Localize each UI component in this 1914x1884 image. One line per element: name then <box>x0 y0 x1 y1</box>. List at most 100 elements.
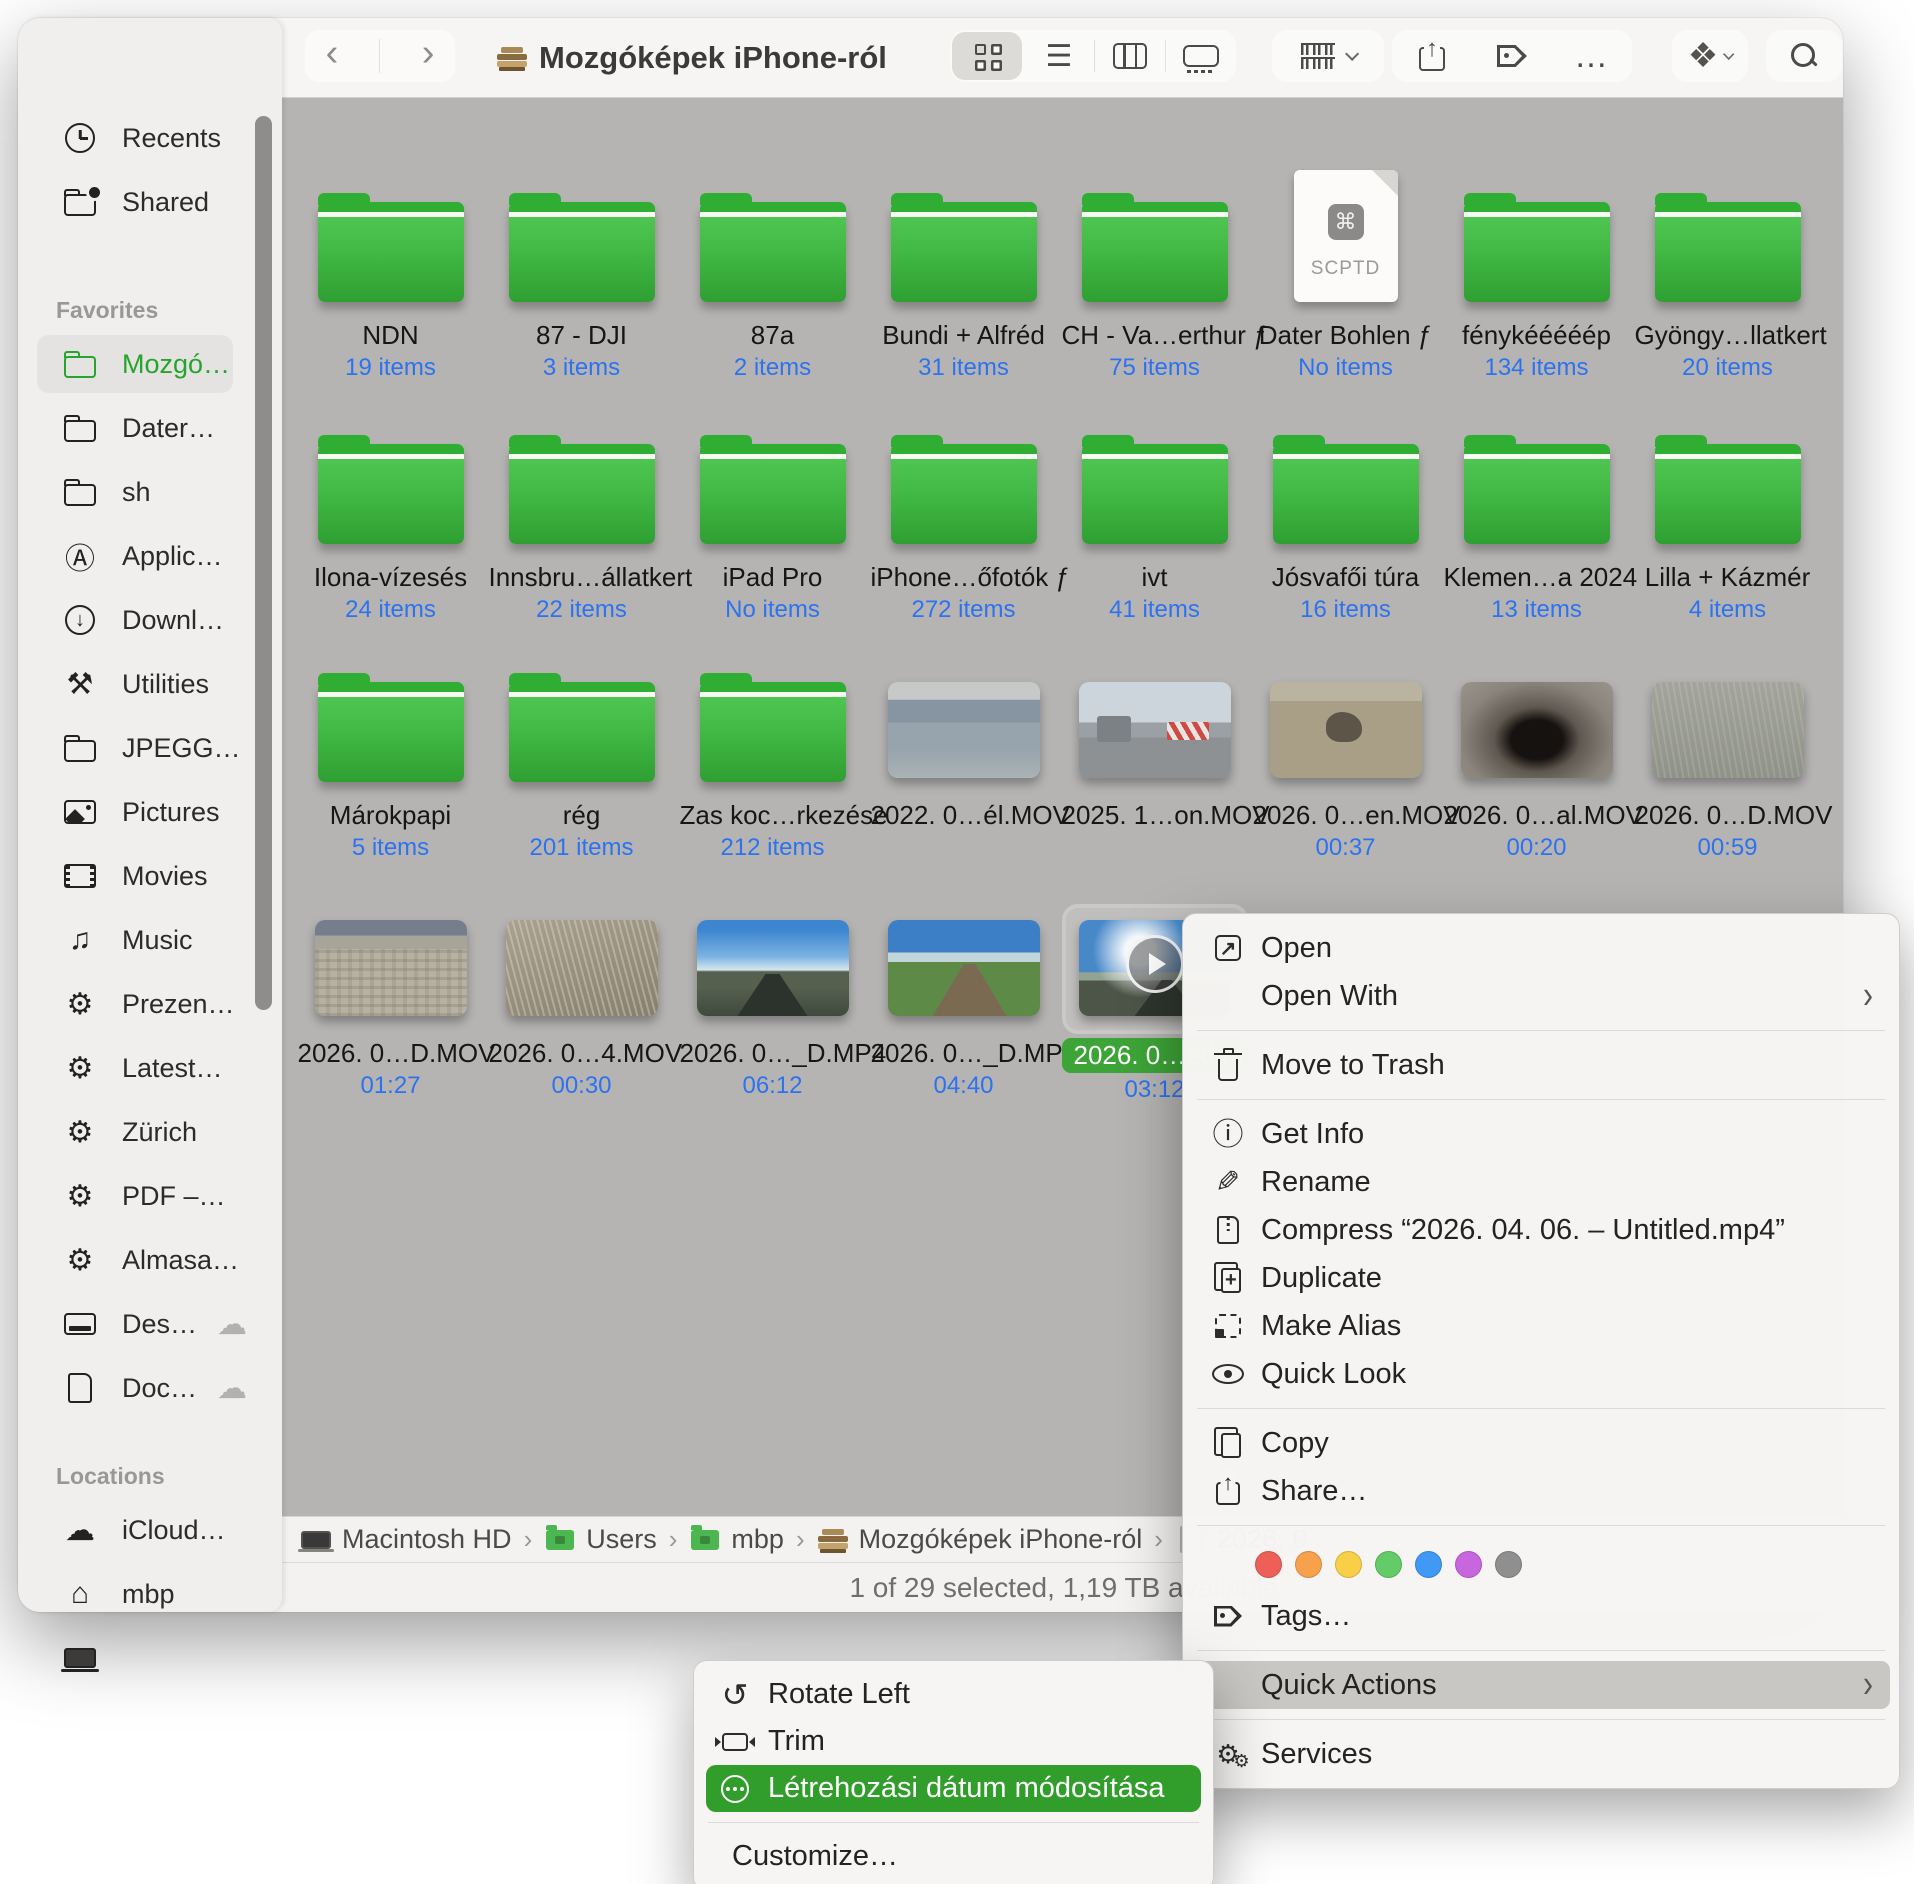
sidebar-item-downl-[interactable]: ↓Downl… <box>18 588 282 652</box>
menu-item-compress-2026-04-06-untitled-mp4[interactable]: Compress “2026. 04. 06. – Untitled.mp4” <box>1183 1206 1899 1254</box>
grid-item[interactable]: Lilla + Kázmér4 items <box>1632 400 1823 624</box>
grid-item[interactable]: 2026. 0…al.MOV00:20 <box>1441 638 1632 862</box>
grid-item-icon-slot <box>1079 638 1231 788</box>
sidebar-item-pictures[interactable]: Pictures <box>18 780 282 844</box>
sidebar-item-applic-[interactable]: ⒶApplic… <box>18 524 282 588</box>
item-name: 2026. 0…al.MOV <box>1444 800 1630 831</box>
sidebar-item-shared[interactable]: Shared <box>18 170 282 234</box>
menu-item-quick-actions[interactable]: Quick Actions› <box>1192 1661 1890 1709</box>
menu-item-open-with[interactable]: Open With› <box>1183 972 1899 1020</box>
tag-color-dot[interactable] <box>1335 1551 1362 1578</box>
grid-item[interactable]: NDN19 items <box>295 158 486 382</box>
menu-item-duplicate[interactable]: Duplicate <box>1183 1254 1899 1302</box>
sidebar-item-recents[interactable]: Recents <box>18 106 282 170</box>
menu-separator <box>1183 1398 1899 1419</box>
search-button[interactable] <box>1766 30 1842 82</box>
gallery-view-button[interactable] <box>1166 30 1236 82</box>
menu-item-share[interactable]: Share… <box>1183 1467 1899 1515</box>
grid-item[interactable]: iPad ProNo items <box>677 400 868 624</box>
menu-item-open[interactable]: ↗Open <box>1183 924 1899 972</box>
menu-item-move-to-trash[interactable]: Move to Trash <box>1183 1041 1899 1089</box>
grid-item[interactable]: rég201 items <box>486 638 677 862</box>
share-button[interactable] <box>1392 30 1472 82</box>
tag-color-dot[interactable] <box>1455 1551 1482 1578</box>
menu-item-make-alias[interactable]: Make Alias <box>1183 1302 1899 1350</box>
tag-color-dot[interactable] <box>1295 1551 1322 1578</box>
grid-item[interactable]: Zas koc…rkezése212 items <box>677 638 868 862</box>
grid-item[interactable]: Márokpapi5 items <box>295 638 486 862</box>
grid-item[interactable]: 87 - DJI3 items <box>486 158 677 382</box>
submenu-item-customize[interactable]: Customize… <box>694 1833 1213 1880</box>
menu-item-tags[interactable]: Tags… <box>1183 1592 1899 1640</box>
more-actions-button[interactable]: … <box>1552 30 1632 82</box>
group-by-icon <box>1301 43 1335 69</box>
grid-item[interactable]: fénykééééép134 items <box>1441 158 1632 382</box>
sidebar-item-doc-[interactable]: Doc…☁ <box>18 1356 282 1420</box>
sidebar-item-dater-[interactable]: Dater… <box>18 396 282 460</box>
sidebar-item-music[interactable]: ♫Music <box>18 908 282 972</box>
sidebar-item-latest-[interactable]: ⚙Latest… <box>18 1036 282 1100</box>
grid-item[interactable]: CH - Va…erthur ƒ75 items <box>1059 158 1250 382</box>
back-button[interactable]: ‹ <box>326 33 339 73</box>
grid-item[interactable]: Ilona-vízesés24 items <box>295 400 486 624</box>
menu-item-copy[interactable]: Copy <box>1183 1419 1899 1467</box>
sidebar-item-sh[interactable]: sh <box>18 460 282 524</box>
grid-item[interactable]: 2026. 0…D.MOV01:27 <box>295 876 486 1104</box>
breadcrumb-macintosh-hd[interactable]: Macintosh HD <box>300 1524 512 1555</box>
grid-item[interactable]: iPhone…őfotók ƒ272 items <box>868 400 1059 624</box>
submenu-item-létrehozási-dátum-módosítása[interactable]: Létrehozási dátum módosítása <box>706 1765 1201 1812</box>
grid-item[interactable]: 2022. 0…él.MOV <box>868 638 1059 862</box>
sidebar-item-pdf-[interactable]: ⚙PDF –… <box>18 1164 282 1228</box>
sidebar-item-mozg-[interactable]: Mozgó… <box>18 332 282 396</box>
grid-item[interactable]: 2025. 1…on.MOV <box>1059 638 1250 862</box>
breadcrumb-mozg-k-pek-iphone-r-l[interactable]: Mozgóképek iPhone-ról <box>817 1524 1143 1555</box>
menu-item-services[interactable]: ⚙Services <box>1183 1730 1899 1778</box>
sidebar-item-prezen-[interactable]: ⚙Prezen… <box>18 972 282 1036</box>
grid-item[interactable]: 2026. 0…D.MOV00:59 <box>1632 638 1823 862</box>
sidebar-item-des-[interactable]: Des…☁ <box>18 1292 282 1356</box>
dropbox-button[interactable]: ❖ <box>1672 30 1748 82</box>
grid-item[interactable]: 2026. 0…_D.MP404:40 <box>868 876 1059 1104</box>
duplicate-icon <box>1205 1263 1251 1293</box>
sidebar-item-movies[interactable]: Movies <box>18 844 282 908</box>
sidebar-item-z-rich[interactable]: ⚙Zürich <box>18 1100 282 1164</box>
submenu-item-rotate-left[interactable]: ↺Rotate Left <box>694 1671 1213 1718</box>
grid-item[interactable]: ⌘SCPTDDater Bohlen ƒNo items <box>1250 158 1441 382</box>
breadcrumb-users[interactable]: Users <box>544 1524 657 1555</box>
sidebar-item-label: Doc… <box>122 1373 197 1404</box>
sidebar-item-partial[interactable] <box>18 1626 282 1690</box>
grid-item[interactable]: Innsbru…állatkert22 items <box>486 400 677 624</box>
tags-button[interactable] <box>1472 30 1552 82</box>
menu-item-get-info[interactable]: ⓘGet Info <box>1183 1110 1899 1158</box>
list-view-button[interactable]: ☰ <box>1024 30 1094 82</box>
menu-separator <box>1183 1020 1899 1041</box>
sidebar-item-jpegg-[interactable]: JPEGG… <box>18 716 282 780</box>
tag-color-dot[interactable] <box>1255 1551 1282 1578</box>
grid-item[interactable]: 2026. 0…_D.MP406:12 <box>677 876 868 1104</box>
grid-item[interactable]: Klemen…a 202413 items <box>1441 400 1632 624</box>
column-view-button[interactable] <box>1095 30 1165 82</box>
sidebar-item-utilities[interactable]: ⚒Utilities <box>18 652 282 716</box>
menu-item-rename[interactable]: ✎Rename <box>1183 1158 1899 1206</box>
tag-color-dot[interactable] <box>1415 1551 1442 1578</box>
sidebar-item-icloud-[interactable]: ☁iCloud… <box>18 1498 282 1562</box>
grid-item[interactable]: ivt41 items <box>1059 400 1250 624</box>
grid-item[interactable]: 2026. 0…4.MOV00:30 <box>486 876 677 1104</box>
group-by-button[interactable] <box>1272 30 1384 82</box>
grid-view-button[interactable] <box>952 32 1022 80</box>
grid-item[interactable]: 87a2 items <box>677 158 868 382</box>
menu-item-quick-look[interactable]: Quick Look <box>1183 1350 1899 1398</box>
sidebar-item-mbp[interactable]: ⌂mbp <box>18 1562 282 1626</box>
breadcrumb-mbp[interactable]: mbp <box>689 1524 784 1555</box>
grid-item[interactable]: Bundi + Alfréd31 items <box>868 158 1059 382</box>
tag-color-dot[interactable] <box>1375 1551 1402 1578</box>
sidebar-item-almasa-[interactable]: ⚙Almasa… <box>18 1228 282 1292</box>
sidebar-scrollbar[interactable] <box>255 116 272 1010</box>
forward-button[interactable]: › <box>422 33 435 73</box>
grid-item[interactable]: Gyöngy…llatkert20 items <box>1632 158 1823 382</box>
submenu-item-trim[interactable]: Trim <box>694 1718 1213 1765</box>
grid-item[interactable]: Jósvafői túra16 items <box>1250 400 1441 624</box>
grid-item[interactable]: 2026. 0…en.MOV00:37 <box>1250 638 1441 862</box>
tag-color-dot[interactable] <box>1495 1551 1522 1578</box>
folder-proxy-icon[interactable] <box>497 45 527 71</box>
